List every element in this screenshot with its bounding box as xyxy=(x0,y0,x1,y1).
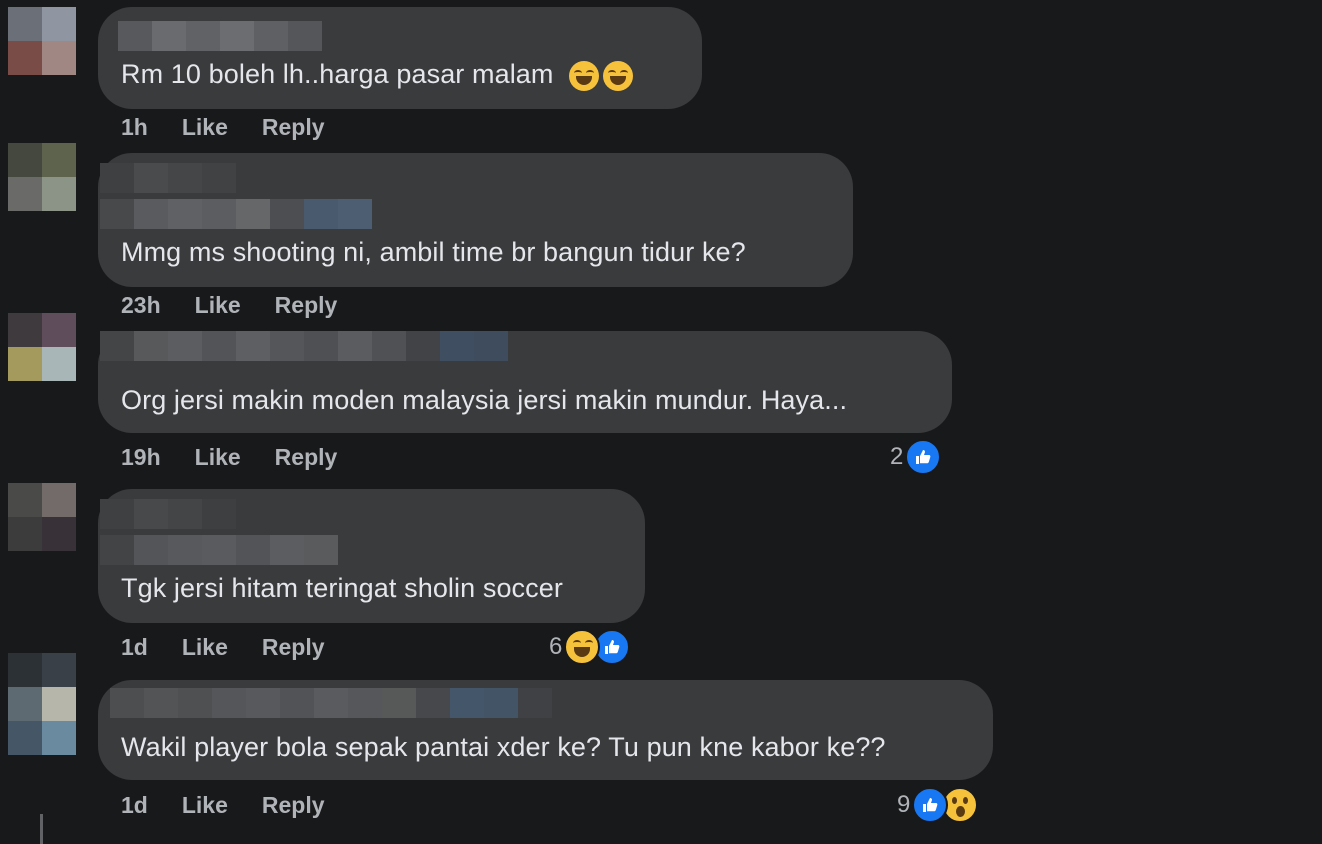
blurred-author-name[interactable] xyxy=(118,21,322,51)
comment-bubble: Org jersi makin moden malaysia jersi mak… xyxy=(98,331,952,433)
like-button[interactable]: Like xyxy=(195,444,241,471)
like-button[interactable]: Like xyxy=(182,114,228,141)
laughing-icon xyxy=(569,60,600,91)
comment-actions: 23h Like Reply xyxy=(121,292,337,319)
comment-text: Rm 10 boleh lh..harga pasar malam xyxy=(121,59,634,91)
reply-button[interactable]: Reply xyxy=(262,114,325,141)
avatar[interactable] xyxy=(8,483,76,551)
comment-actions: 1d Like Reply xyxy=(121,634,325,661)
haha-icon xyxy=(564,629,601,665)
like-button[interactable]: Like xyxy=(182,634,228,661)
laughing-icon xyxy=(603,60,634,91)
reaction-count: 6 xyxy=(549,633,563,660)
comment-bubble: Wakil player bola sepak pantai xder ke? … xyxy=(98,680,993,780)
timestamp[interactable]: 1d xyxy=(121,792,148,819)
avatar[interactable] xyxy=(8,7,76,75)
thumbs-up-icon xyxy=(905,439,942,475)
thread-line xyxy=(40,814,43,844)
timestamp[interactable]: 1d xyxy=(121,634,148,661)
reply-button[interactable]: Reply xyxy=(275,292,338,319)
comment-bubble: Rm 10 boleh lh..harga pasar malam xyxy=(98,7,702,109)
reply-button[interactable]: Reply xyxy=(262,634,325,661)
comment-text: Org jersi makin moden malaysia jersi mak… xyxy=(121,385,848,415)
comment-text: Wakil player bola sepak pantai xder ke? … xyxy=(121,732,886,762)
blurred-author-subtitle[interactable] xyxy=(100,199,372,229)
avatar-lower xyxy=(8,721,76,755)
avatar[interactable] xyxy=(8,653,76,721)
blurred-author-subtitle[interactable] xyxy=(100,535,338,565)
reply-button[interactable]: Reply xyxy=(275,444,338,471)
comment-actions: 1h Like Reply xyxy=(121,114,325,141)
reaction-summary[interactable]: 9 xyxy=(897,787,979,823)
blurred-author-name[interactable] xyxy=(100,163,236,193)
reaction-summary[interactable]: 6 xyxy=(549,629,631,665)
avatar[interactable] xyxy=(8,313,76,381)
avatar[interactable] xyxy=(8,143,76,211)
thumbs-up-icon xyxy=(912,787,949,823)
comment-actions: 19h Like Reply xyxy=(121,444,337,471)
comment-bubble: Tgk jersi hitam teringat sholin soccer xyxy=(98,489,645,623)
reaction-summary[interactable]: 2 xyxy=(890,439,942,475)
reply-button[interactable]: Reply xyxy=(262,792,325,819)
timestamp[interactable]: 23h xyxy=(121,292,161,319)
comment-text: Tgk jersi hitam teringat sholin soccer xyxy=(121,573,563,603)
comment-text: Mmg ms shooting ni, ambil time br bangun… xyxy=(121,237,746,267)
reaction-count: 9 xyxy=(897,791,911,818)
like-button[interactable]: Like xyxy=(195,292,241,319)
like-button[interactable]: Like xyxy=(182,792,228,819)
blurred-author-name[interactable] xyxy=(100,331,508,361)
reaction-count: 2 xyxy=(890,443,904,470)
comment-actions: 1d Like Reply xyxy=(121,792,325,819)
timestamp[interactable]: 19h xyxy=(121,444,161,471)
timestamp[interactable]: 1h xyxy=(121,114,148,141)
blurred-author-name[interactable] xyxy=(100,499,236,529)
comment-bubble: Mmg ms shooting ni, ambil time br bangun… xyxy=(98,153,853,287)
blurred-author-name[interactable] xyxy=(110,688,552,718)
